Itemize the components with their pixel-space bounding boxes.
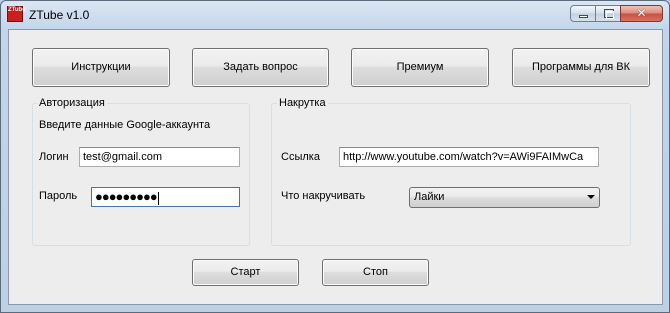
login-field[interactable]: test@gmail.com [79, 147, 240, 167]
instructions-button[interactable]: Инструкции [32, 48, 170, 87]
stop-button-label: Стоп [363, 266, 388, 278]
start-button-label: Старт [230, 266, 261, 278]
password-mask: ●●●●●●●●● [95, 189, 158, 204]
what-to-boost-label: Что накручивать [281, 190, 366, 202]
text-caret [157, 191, 159, 205]
start-button[interactable]: Старт [192, 259, 299, 286]
password-label: Пароль [39, 190, 78, 202]
auth-group-title: Авторизация [37, 97, 107, 109]
ask-question-button-label: Задать вопрос [223, 61, 298, 73]
premium-button[interactable]: Премиум [351, 48, 489, 87]
link-field[interactable]: http://www.youtube.com/watch?v=AWi9FAIMw… [339, 147, 599, 167]
minimize-button[interactable] [570, 5, 596, 22]
boost-groupbox [271, 103, 631, 246]
stop-button[interactable]: Стоп [322, 259, 429, 286]
boost-group-title: Накрутка [277, 97, 328, 109]
app-icon[interactable]: ZTube [7, 6, 26, 22]
ask-question-button[interactable]: Задать вопрос [192, 48, 329, 87]
link-label: Ссылка [281, 151, 320, 163]
title-bar[interactable]: ZTube ZTube v1.0 ✕ [1, 1, 669, 29]
chevron-down-icon [587, 195, 595, 199]
close-button[interactable]: ✕ [620, 5, 663, 22]
login-label: Логин [39, 151, 69, 163]
window-title: ZTube v1.0 [29, 8, 90, 22]
close-icon: ✕ [636, 6, 647, 20]
maximize-icon [604, 9, 614, 19]
auth-hint: Введите данные Google-аккаунта [39, 119, 211, 131]
what-to-boost-value: Лайки [414, 191, 445, 203]
what-to-boost-select[interactable]: Лайки [409, 187, 600, 208]
vk-programs-button[interactable]: Программы для ВК [512, 48, 650, 87]
password-field[interactable]: ●●●●●●●●● [91, 187, 240, 207]
premium-button-label: Премиум [396, 61, 444, 73]
main-panel: Инструкции Задать вопрос Премиум Програм… [8, 29, 663, 305]
app-window: ZTube ZTube v1.0 ✕ Инструкции Задать воп… [0, 0, 670, 313]
maximize-button[interactable] [595, 5, 621, 22]
caption-buttons: ✕ [570, 5, 663, 24]
minimize-icon [579, 15, 588, 18]
instructions-button-label: Инструкции [71, 61, 131, 73]
vk-programs-button-label: Программы для ВК [531, 61, 631, 73]
